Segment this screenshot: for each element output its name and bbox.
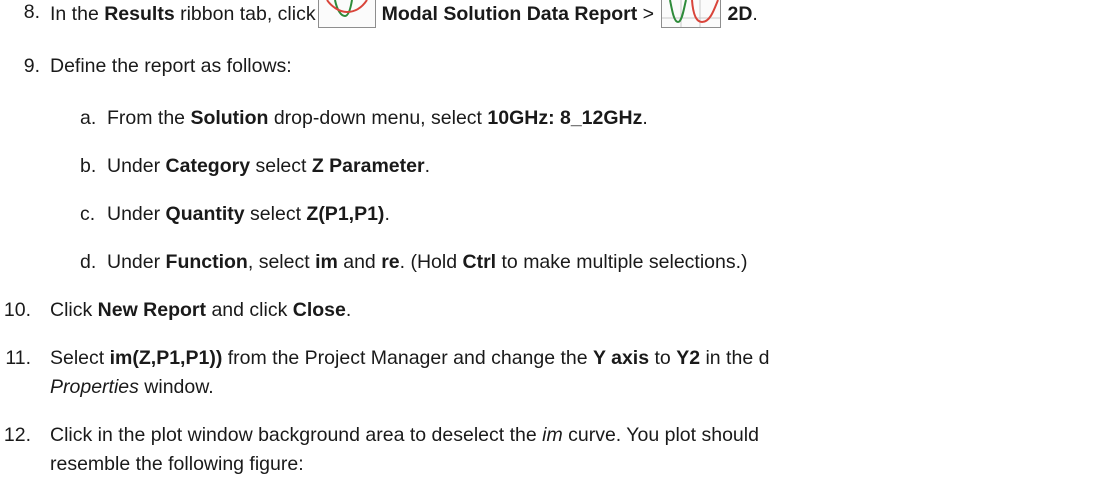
substep-letter: a.	[80, 107, 97, 129]
quantity-value: Z(P1,P1)	[306, 203, 385, 225]
step-11-continuation: Properties window.	[50, 376, 214, 398]
quantity-label: Quantity	[165, 203, 245, 225]
substep-letter: c.	[80, 203, 96, 225]
solution-value: 10GHz: 8_12GHz	[487, 107, 643, 129]
substep-letter: b.	[80, 155, 97, 177]
2d-rectangular-plot-icon	[661, 0, 722, 28]
close-button-name: Close	[292, 299, 346, 321]
results-tab-name: Results	[104, 3, 175, 25]
step-number: 10.	[3, 299, 31, 321]
step-text: Define the report as follows:	[50, 55, 292, 77]
substep-letter: d.	[80, 251, 97, 273]
function-im: im	[315, 251, 338, 273]
function-label: Function	[165, 251, 248, 273]
step-number: 9.	[23, 55, 40, 77]
step-number: 8.	[23, 1, 40, 23]
category-value: Z Parameter	[311, 155, 425, 177]
category-label: Category	[165, 155, 251, 177]
trace-name: im(Z,P1,P1))	[109, 347, 223, 369]
properties-window-name: Properties	[50, 376, 139, 398]
modal-solution-data-report-label: Modal Solution Data Report	[381, 3, 638, 25]
im-curve-name: im	[542, 424, 563, 446]
ctrl-key: Ctrl	[462, 251, 497, 273]
step-number: 12.	[3, 424, 31, 446]
new-report-button-name: New Report	[97, 299, 207, 321]
step-12-continuation: resemble the following figure:	[50, 453, 304, 475]
solution-menu-name: Solution	[190, 107, 269, 129]
y-axis-property: Y axis	[593, 347, 650, 369]
step-number: 11.	[5, 347, 31, 369]
function-re: re	[381, 251, 400, 273]
y2-value: Y2	[676, 347, 701, 369]
modal-solution-data-report-icon	[317, 0, 376, 28]
2d-option-label: 2D	[727, 3, 753, 25]
